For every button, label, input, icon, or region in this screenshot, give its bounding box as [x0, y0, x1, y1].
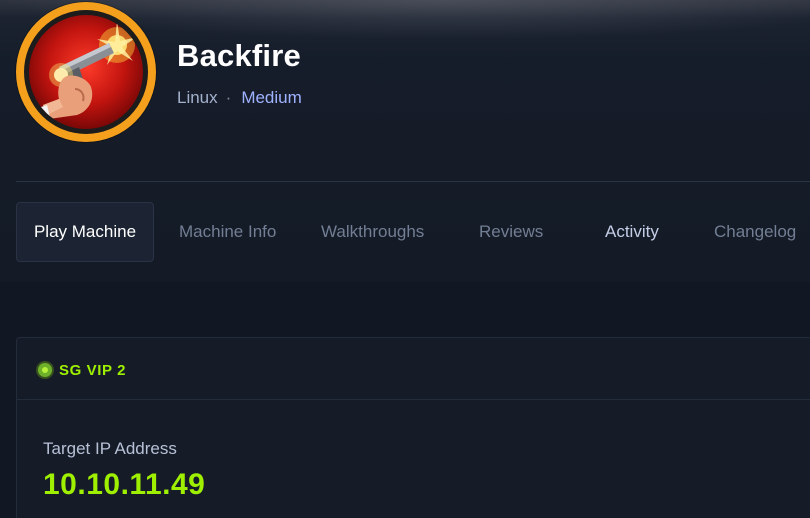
- meta-separator: ·: [225, 88, 232, 107]
- tab-machine-info[interactable]: Machine Info: [179, 202, 276, 262]
- server-header: SG VIP 2: [17, 338, 810, 400]
- machine-tabs: Play Machine Machine Info Walkthroughs R…: [16, 202, 810, 262]
- machine-avatar: [16, 2, 156, 142]
- target-ip-value[interactable]: 10.10.11.49: [43, 468, 205, 502]
- target-ip-label: Target IP Address: [43, 439, 177, 458]
- machine-os: Linux: [177, 88, 218, 107]
- tab-walkthroughs[interactable]: Walkthroughs: [321, 202, 424, 262]
- pistol-firing-icon: [29, 15, 143, 129]
- tab-activity[interactable]: Activity: [605, 202, 659, 262]
- machine-difficulty[interactable]: Medium: [241, 88, 301, 107]
- connection-card: SG VIP 2 Target IP Address 10.10.11.49: [16, 337, 810, 518]
- machine-name: Backfire: [177, 38, 301, 73]
- tab-reviews[interactable]: Reviews: [479, 202, 543, 262]
- machine-meta: Linux · Medium: [177, 88, 302, 108]
- machine-page: Backfire Linux · Medium Play Machine Machi…: [0, 0, 810, 518]
- tab-play-machine[interactable]: Play Machine: [16, 202, 154, 262]
- header-divider: [16, 181, 810, 182]
- tab-changelog[interactable]: Changelog: [714, 202, 796, 262]
- server-name[interactable]: SG VIP 2: [59, 362, 126, 379]
- server-status-icon: [38, 363, 52, 377]
